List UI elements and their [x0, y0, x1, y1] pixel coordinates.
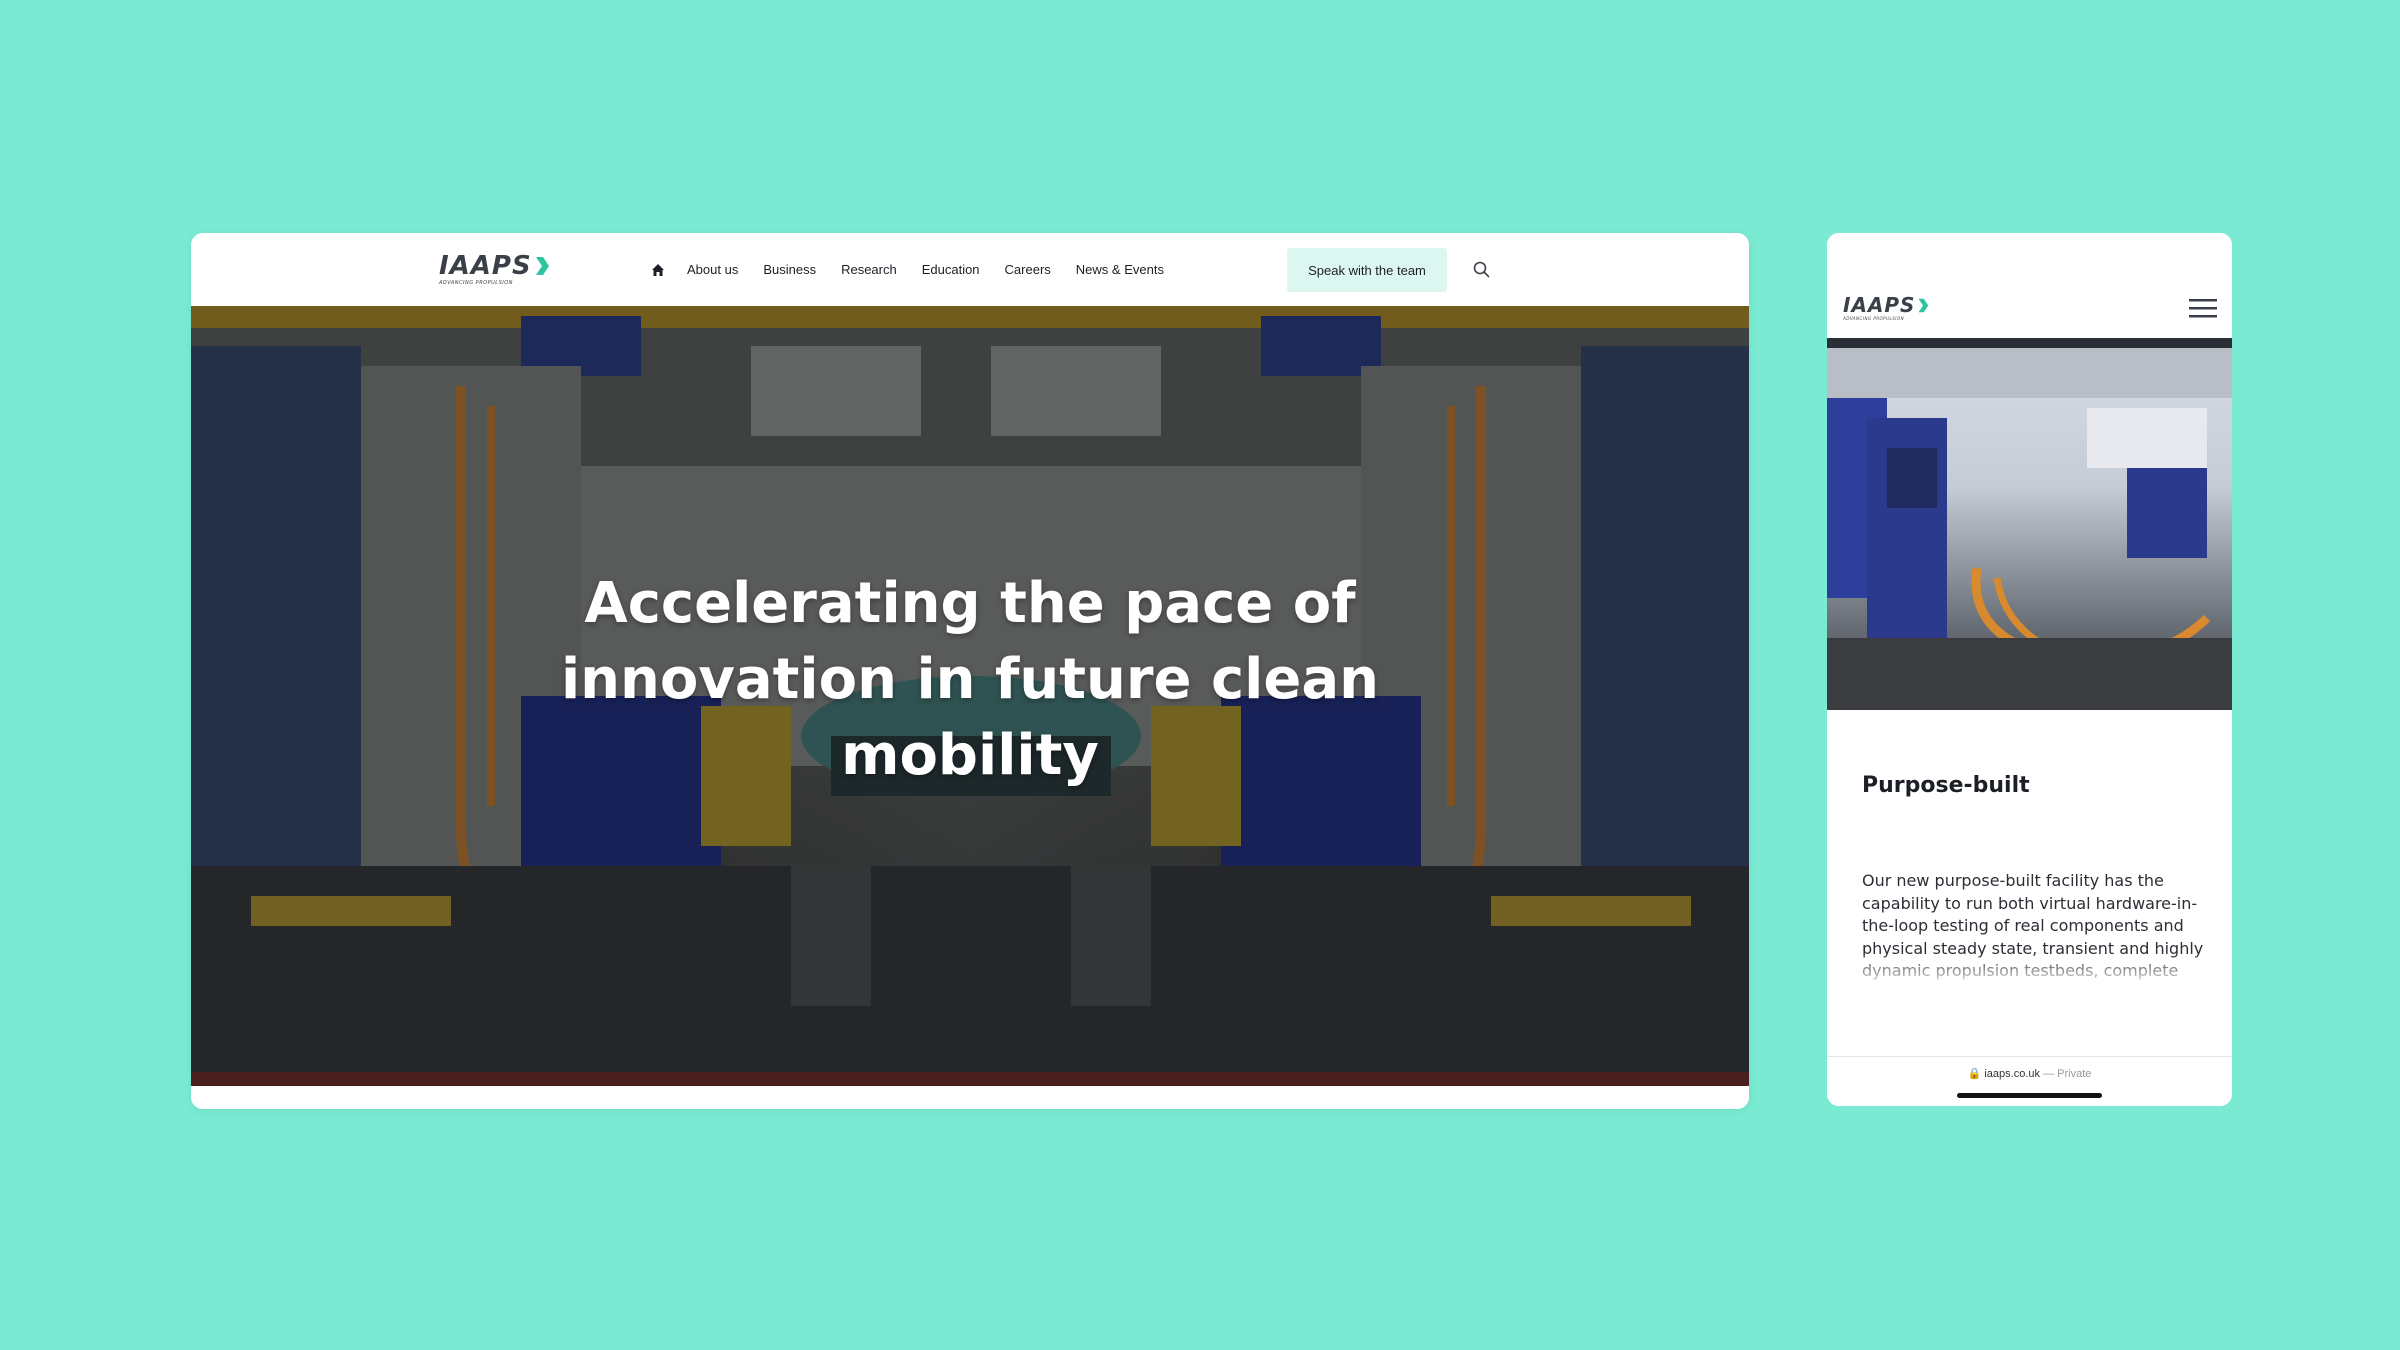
- logo-tagline: ADVANCING PROPULSION: [1843, 316, 1905, 321]
- logo-wordmark: IAAPS: [439, 251, 532, 281]
- url-domain: iaaps.co.uk: [1984, 1068, 2041, 1080]
- nav-item-research[interactable]: Research: [841, 262, 897, 277]
- logo-tagline: ADVANCING PROPULSION: [439, 280, 513, 286]
- nav-item-about-us[interactable]: About us: [687, 262, 738, 277]
- nav-item-business[interactable]: Business: [763, 262, 816, 277]
- search-icon[interactable]: [1473, 261, 1490, 278]
- desktop-bottom-strip: [191, 1086, 1749, 1109]
- iaaps-logo[interactable]: IAAPS ADVANCING PROPULSION: [439, 253, 550, 286]
- iaaps-logo-mobile[interactable]: IAAPS ADVANCING PROPULSION: [1843, 295, 1929, 321]
- logo-chevron-icon: [535, 257, 549, 275]
- mobile-browser-frame: IAAPS ADVANCING PROPULSION Purpose-built…: [1827, 233, 2232, 1106]
- desktop-header: IAAPS ADVANCING PROPULSION About us Busi…: [191, 233, 1749, 306]
- mobile-url-bar[interactable]: 🔒 iaaps.co.uk — Private: [1827, 1056, 2232, 1106]
- nav-item-news-events[interactable]: News & Events: [1076, 262, 1164, 277]
- url-separator: —: [2043, 1068, 2055, 1080]
- nav-item-education[interactable]: Education: [922, 262, 980, 277]
- main-navigation: About us Business Research Education Car…: [651, 233, 1189, 306]
- private-label: Private: [2057, 1068, 2092, 1080]
- home-indicator[interactable]: [1957, 1093, 2102, 1098]
- logo-wordmark: IAAPS: [1843, 293, 1916, 317]
- hero-title: Accelerating the pace of innovation in f…: [560, 571, 1380, 788]
- mobile-header: IAAPS ADVANCING PROPULSION: [1827, 233, 2232, 338]
- speak-with-team-button[interactable]: Speak with the team: [1287, 248, 1447, 292]
- url-text: 🔒 iaaps.co.uk — Private: [1827, 1067, 2232, 1080]
- text-fade: [1827, 953, 2232, 993]
- nav-item-careers[interactable]: Careers: [1005, 262, 1051, 277]
- facility-photo-art: [1827, 338, 2232, 710]
- hero-section: Accelerating the pace of innovation in f…: [191, 306, 1749, 1086]
- home-icon[interactable]: [651, 263, 665, 277]
- lock-icon: 🔒: [1967, 1068, 1982, 1080]
- hamburger-icon[interactable]: [2189, 297, 2217, 319]
- logo-chevron-icon: [1918, 298, 1929, 312]
- section-title: Purpose-built: [1862, 773, 2030, 798]
- facility-photo: [1827, 338, 2232, 710]
- desktop-browser-frame: Accelerating the pace of innovation in f…: [191, 233, 1749, 1109]
